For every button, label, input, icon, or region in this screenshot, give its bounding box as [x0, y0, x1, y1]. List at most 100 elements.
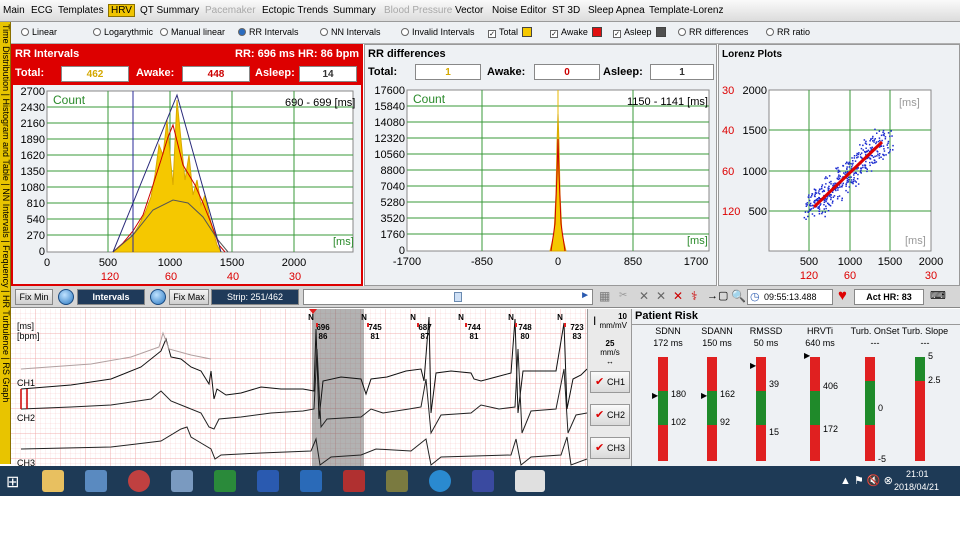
ch2-toggle[interactable]: ✔ CH2 [590, 404, 630, 426]
export-icon[interactable]: →▢ [707, 289, 728, 302]
checkbox-total[interactable]: ✓ Total [488, 27, 533, 38]
diff-x-tick: 0 [555, 256, 561, 268]
excel-icon[interactable] [214, 470, 236, 492]
rr-hr-tick: 40 [227, 271, 239, 283]
tray-icons[interactable]: ▲ ⚑ 🔇 ⊗ [840, 474, 893, 487]
lorenz-point [864, 151, 866, 153]
menu-template-lorenz[interactable]: Template-Lorenz [649, 5, 723, 16]
menu-ectopic-trends[interactable]: Ectopic Trends [262, 5, 328, 16]
radio-manual-linear[interactable]: Manual linear [160, 27, 225, 37]
check-icon: ✔ [595, 442, 605, 454]
lorenz-point [835, 168, 838, 170]
checkbox-asleep[interactable]: ✓ Asleep [613, 27, 666, 38]
lorenz-point [860, 152, 863, 154]
awake-color-swatch [591, 27, 602, 37]
lorenz-point [826, 177, 828, 179]
strip-scrollbar[interactable]: ► [303, 289, 593, 305]
fix-min-icon[interactable] [58, 289, 74, 305]
checkbox-awake[interactable]: ✓ Awake [550, 27, 602, 38]
windows-start-icon[interactable]: ⊞ [6, 472, 19, 492]
measure-icon[interactable]: ⚕ [691, 289, 698, 303]
lorenz-point [811, 213, 814, 215]
risk-metric-value: 172 ms [653, 338, 683, 348]
gain-control[interactable]: I 10 mm/mV [590, 312, 630, 336]
holter-app-icon[interactable] [472, 470, 494, 492]
media-player-icon[interactable] [128, 470, 150, 492]
lorenz-point [856, 178, 859, 180]
ch1-toggle[interactable]: ✔ CH1 [590, 371, 630, 393]
lorenz-point [850, 176, 852, 178]
radio-linear-label: Linear [32, 27, 58, 37]
calculator-icon[interactable]: ▦ [599, 289, 610, 303]
rr-intervals-panel: RR Intervals RR: 696 ms HR: 86 bpm Total… [11, 44, 363, 286]
lorenz-point [845, 185, 847, 187]
pdf-icon[interactable] [343, 470, 365, 492]
network-icon[interactable] [171, 470, 193, 492]
app-icon[interactable] [300, 470, 322, 492]
beat-marker [564, 323, 566, 327]
scrollbar-thumb[interactable] [454, 292, 462, 302]
lorenz-point [862, 149, 864, 151]
check-icon: ✔ [595, 376, 605, 388]
lorenz-point [818, 197, 820, 199]
lorenz-point [846, 177, 849, 180]
delete-icon[interactable]: ✕ [639, 289, 649, 303]
radio-icon [401, 28, 409, 36]
keyboard-icon[interactable]: ⌨ [930, 289, 946, 302]
lorenz-point [874, 128, 876, 131]
menu-pacemaker[interactable]: Pacemaker [205, 5, 256, 16]
rr-y-tick: 1080 [21, 182, 45, 194]
intervals-button[interactable]: Intervals [77, 289, 145, 305]
menu-hrv[interactable]: HRV [108, 4, 135, 17]
word-icon[interactable] [257, 470, 279, 492]
menu-ecg[interactable]: ECG [31, 5, 53, 16]
radio-rr-ratio[interactable]: RR ratio [766, 27, 810, 37]
menu-qt-summary[interactable]: QT Summary [140, 5, 199, 16]
lorenz-point [889, 149, 891, 151]
ecg-grid [11, 309, 587, 466]
zoom-icon[interactable]: 🔍 [731, 289, 746, 303]
menu-st-3d[interactable]: ST 3D [552, 5, 580, 16]
lorenz-x-tick: 2000 [919, 256, 943, 268]
lorenz-point [852, 180, 855, 183]
fix-max-button[interactable]: Fix Max [169, 289, 209, 305]
heart-icon: ♥ [838, 287, 847, 304]
radio-nn-intervals[interactable]: NN Intervals [320, 27, 381, 37]
diff-y-tick: 8800 [381, 165, 405, 177]
lorenz-point [892, 149, 894, 151]
radio-invalid-intervals[interactable]: Invalid Intervals [401, 27, 475, 37]
radio-rr-differences[interactable]: RR differences [678, 27, 748, 37]
fix-min-button[interactable]: Fix Min [15, 289, 53, 305]
ch3-toggle[interactable]: ✔ CH3 [590, 437, 630, 459]
scroll-right-icon[interactable]: ► [580, 290, 590, 301]
radio-logarithmic[interactable]: Logarythmic [93, 27, 153, 37]
active-app-icon[interactable] [515, 470, 545, 492]
fix-max-icon[interactable] [150, 289, 166, 305]
cancel-icon[interactable]: ✕ [673, 289, 683, 303]
file-explorer-icon[interactable] [42, 470, 64, 492]
internet-explorer-icon[interactable] [429, 470, 451, 492]
lorenz-point [815, 191, 817, 194]
side-tab-labels[interactable]: Time Distribution | Histogram and Table … [1, 24, 11, 402]
menu-noise-editor[interactable]: Noise Editor [492, 5, 546, 16]
side-tab-strip[interactable]: Time Distribution | Histogram and Table … [0, 22, 11, 464]
lorenz-point [858, 152, 860, 154]
menu-main[interactable]: Main [3, 5, 25, 16]
tools-icon[interactable] [386, 470, 408, 492]
radio-linear[interactable]: Linear [21, 27, 57, 37]
control-panel-icon[interactable] [85, 470, 107, 492]
menu-summary[interactable]: Summary [333, 5, 376, 16]
radio-rr-intervals[interactable]: RR Intervals [238, 27, 299, 37]
delete-all-icon[interactable]: ✕ [656, 289, 666, 303]
scissors-icon[interactable]: ✂ [619, 290, 627, 301]
lorenz-point [836, 198, 839, 200]
lorenz-point [859, 144, 861, 146]
speed-control[interactable]: 25 mm/s ↔ [590, 339, 630, 366]
menu-templates[interactable]: Templates [58, 5, 104, 16]
ecg-strip[interactable]: [ms] [bpm] CH1 CH2 CH3 N 696 86 N 745 81… [11, 309, 588, 468]
lorenz-point [827, 203, 830, 205]
menu-sleep-apnea[interactable]: Sleep Apnea [588, 5, 645, 16]
ecg-canvas[interactable]: [ms] [bpm] CH1 CH2 CH3 N 696 86 N 745 81… [11, 309, 588, 468]
menu-blood-pressure[interactable]: Blood Pressure [384, 5, 452, 16]
menu-vector[interactable]: Vector [455, 5, 483, 16]
